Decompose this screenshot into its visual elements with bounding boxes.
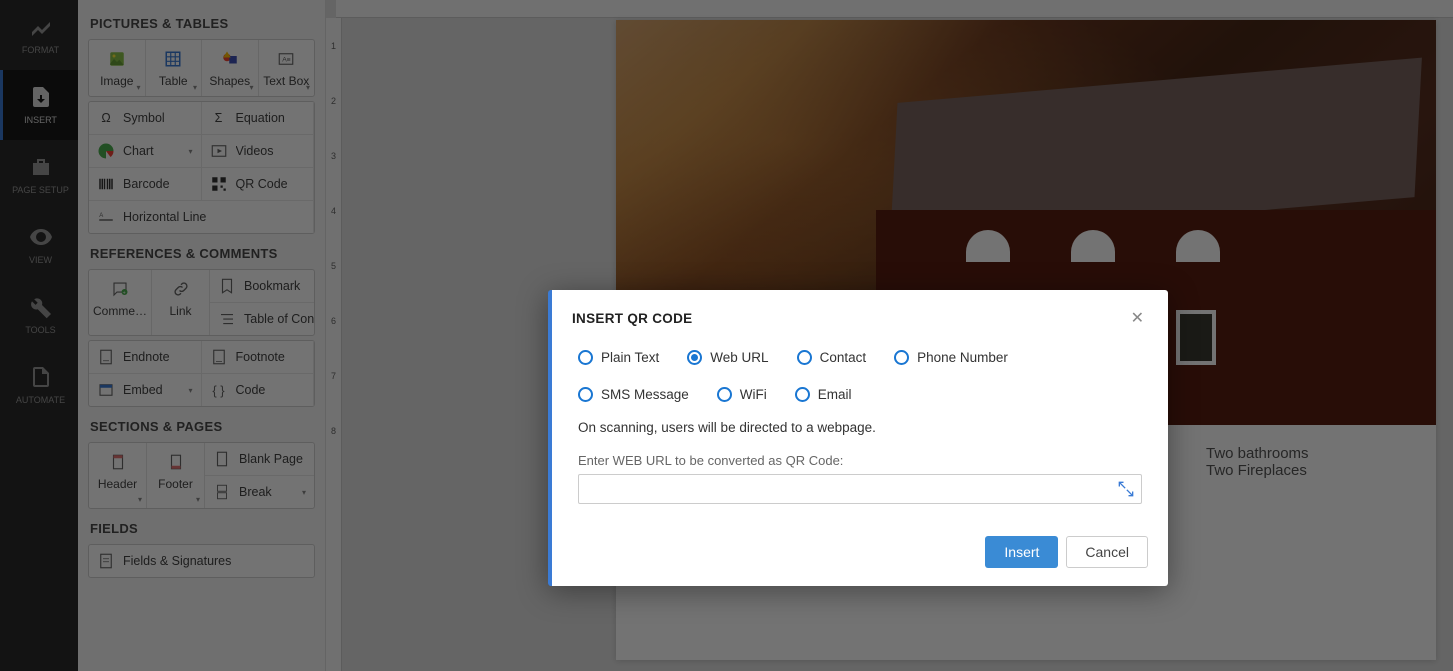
url-field-label: Enter WEB URL to be converted as QR Code… — [578, 453, 1142, 468]
radio-plain-text[interactable]: Plain Text — [578, 350, 659, 365]
radio-wifi[interactable]: WiFi — [717, 387, 767, 402]
close-icon[interactable]: ✕ — [1127, 304, 1148, 332]
radio-label: WiFi — [740, 387, 767, 402]
qr-hint-text: On scanning, users will be directed to a… — [578, 420, 1142, 435]
radio-icon — [717, 387, 732, 402]
radio-label: Contact — [820, 350, 867, 365]
insert-button[interactable]: Insert — [985, 536, 1058, 568]
radio-email[interactable]: Email — [795, 387, 852, 402]
radio-label: SMS Message — [601, 387, 689, 402]
expand-icon[interactable] — [1116, 479, 1136, 499]
radio-icon — [894, 350, 909, 365]
radio-label: Plain Text — [601, 350, 659, 365]
dialog-body: Plain Text Web URL Contact Phone Number … — [552, 342, 1168, 524]
radio-label: Email — [818, 387, 852, 402]
dialog-title: INSERT QR CODE — [572, 311, 692, 326]
dialog-header: INSERT QR CODE ✕ — [552, 290, 1168, 342]
radio-label: Web URL — [710, 350, 768, 365]
radio-sms-message[interactable]: SMS Message — [578, 387, 689, 402]
url-field-wrap — [578, 474, 1142, 504]
radio-icon — [578, 350, 593, 365]
app: FORMAT INSERT PAGE SETUP VIEW TOOLS AUTO… — [0, 0, 1453, 671]
dialog-footer: Insert Cancel — [552, 524, 1168, 586]
radio-icon — [578, 387, 593, 402]
qr-type-radios: Plain Text Web URL Contact Phone Number … — [578, 350, 1142, 402]
radio-phone-number[interactable]: Phone Number — [894, 350, 1008, 365]
url-input[interactable] — [578, 474, 1142, 504]
radio-contact[interactable]: Contact — [797, 350, 867, 365]
radio-icon — [795, 387, 810, 402]
radio-icon — [797, 350, 812, 365]
radio-label: Phone Number — [917, 350, 1008, 365]
insert-qr-dialog: INSERT QR CODE ✕ Plain Text Web URL Cont… — [548, 290, 1168, 586]
radio-web-url[interactable]: Web URL — [687, 350, 768, 365]
cancel-button[interactable]: Cancel — [1066, 536, 1148, 568]
radio-icon — [687, 350, 702, 365]
